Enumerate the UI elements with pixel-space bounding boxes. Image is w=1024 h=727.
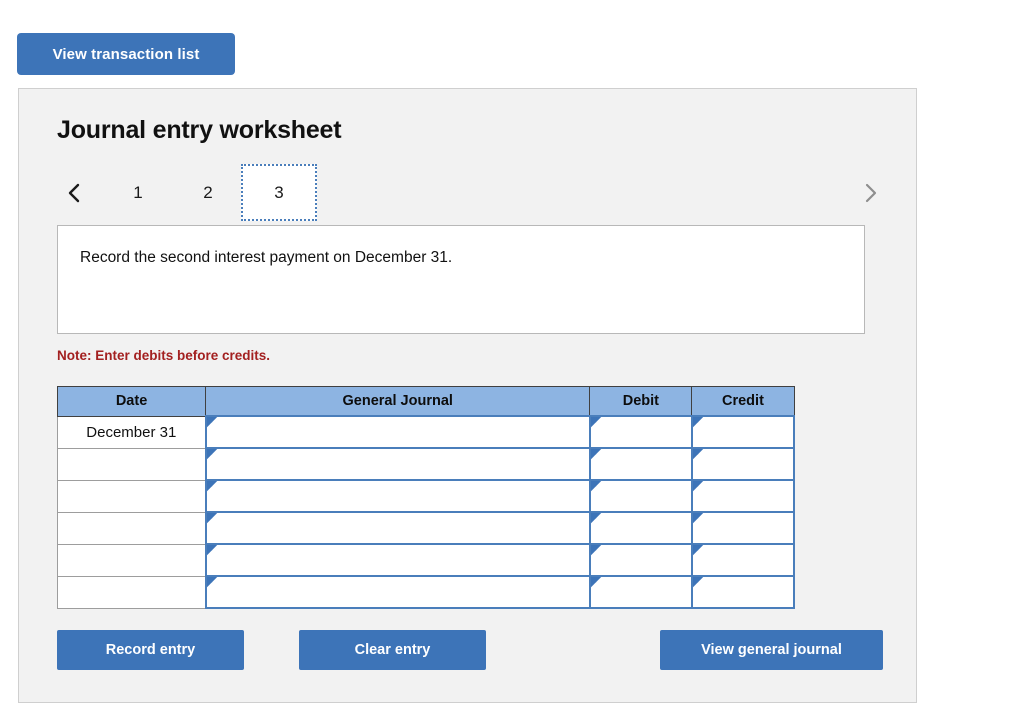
table-row: [56, 447, 796, 481]
worksheet-tab-3-label: 3: [274, 182, 284, 202]
column-header-debit: Debit: [589, 386, 693, 417]
worksheet-tab-3[interactable]: 3: [241, 164, 317, 221]
credit-input[interactable]: [690, 479, 796, 513]
table-row: [56, 575, 796, 609]
general-journal-input[interactable]: [204, 543, 591, 577]
debit-input[interactable]: [588, 543, 693, 577]
table-header-row: Date General Journal Debit Credit: [56, 386, 795, 417]
prev-page-button[interactable]: [57, 164, 91, 221]
debit-input[interactable]: [588, 511, 693, 545]
date-cell[interactable]: [56, 479, 207, 513]
chevron-right-icon: [862, 181, 878, 205]
worksheet-tab-2[interactable]: 2: [179, 164, 237, 221]
view-general-journal-button[interactable]: View general journal: [660, 630, 883, 670]
credit-input[interactable]: [690, 447, 796, 481]
journal-entry-table: Date General Journal Debit Credit Decemb…: [56, 386, 796, 609]
record-entry-button[interactable]: Record entry: [57, 630, 244, 670]
page-title: Journal entry worksheet: [57, 116, 342, 144]
table-row: [56, 543, 796, 577]
date-cell[interactable]: [56, 543, 207, 577]
column-header-general-journal: General Journal: [205, 386, 591, 417]
next-page-button[interactable]: [853, 164, 887, 221]
date-cell[interactable]: [56, 575, 207, 609]
credit-input[interactable]: [690, 511, 796, 545]
general-journal-input[interactable]: [204, 511, 591, 545]
general-journal-input[interactable]: [204, 415, 591, 449]
debit-input[interactable]: [588, 575, 693, 609]
instruction-text: Record the second interest payment on De…: [80, 249, 453, 266]
debits-before-credits-note: Note: Enter debits before credits.: [57, 348, 271, 363]
debit-input[interactable]: [588, 447, 693, 481]
worksheet-pager: 1 2 3: [57, 164, 887, 221]
worksheet-tab-2-label: 2: [203, 182, 213, 202]
chevron-left-icon: [66, 181, 82, 205]
worksheet-tab-1-label: 1: [133, 182, 143, 202]
worksheet-tab-1[interactable]: 1: [109, 164, 167, 221]
credit-input[interactable]: [690, 575, 796, 609]
clear-entry-button[interactable]: Clear entry: [299, 630, 486, 670]
column-header-credit: Credit: [691, 386, 795, 417]
table-row: [56, 511, 796, 545]
general-journal-input[interactable]: [204, 447, 591, 481]
credit-input[interactable]: [690, 543, 796, 577]
journal-entry-worksheet-panel: Journal entry worksheet 1 2 3 Record the…: [18, 88, 917, 703]
debit-input[interactable]: [588, 415, 693, 449]
view-transaction-list-button[interactable]: View transaction list: [17, 33, 235, 75]
column-header-date: Date: [56, 386, 207, 417]
date-cell[interactable]: [56, 511, 207, 545]
general-journal-input[interactable]: [204, 575, 591, 609]
credit-input[interactable]: [690, 415, 796, 449]
date-cell[interactable]: [56, 447, 207, 481]
table-row: December 31: [56, 415, 796, 449]
debit-input[interactable]: [588, 479, 693, 513]
instruction-box: Record the second interest payment on De…: [57, 225, 865, 334]
general-journal-input[interactable]: [204, 479, 591, 513]
date-cell[interactable]: December 31: [56, 415, 207, 449]
table-row: [56, 479, 796, 513]
